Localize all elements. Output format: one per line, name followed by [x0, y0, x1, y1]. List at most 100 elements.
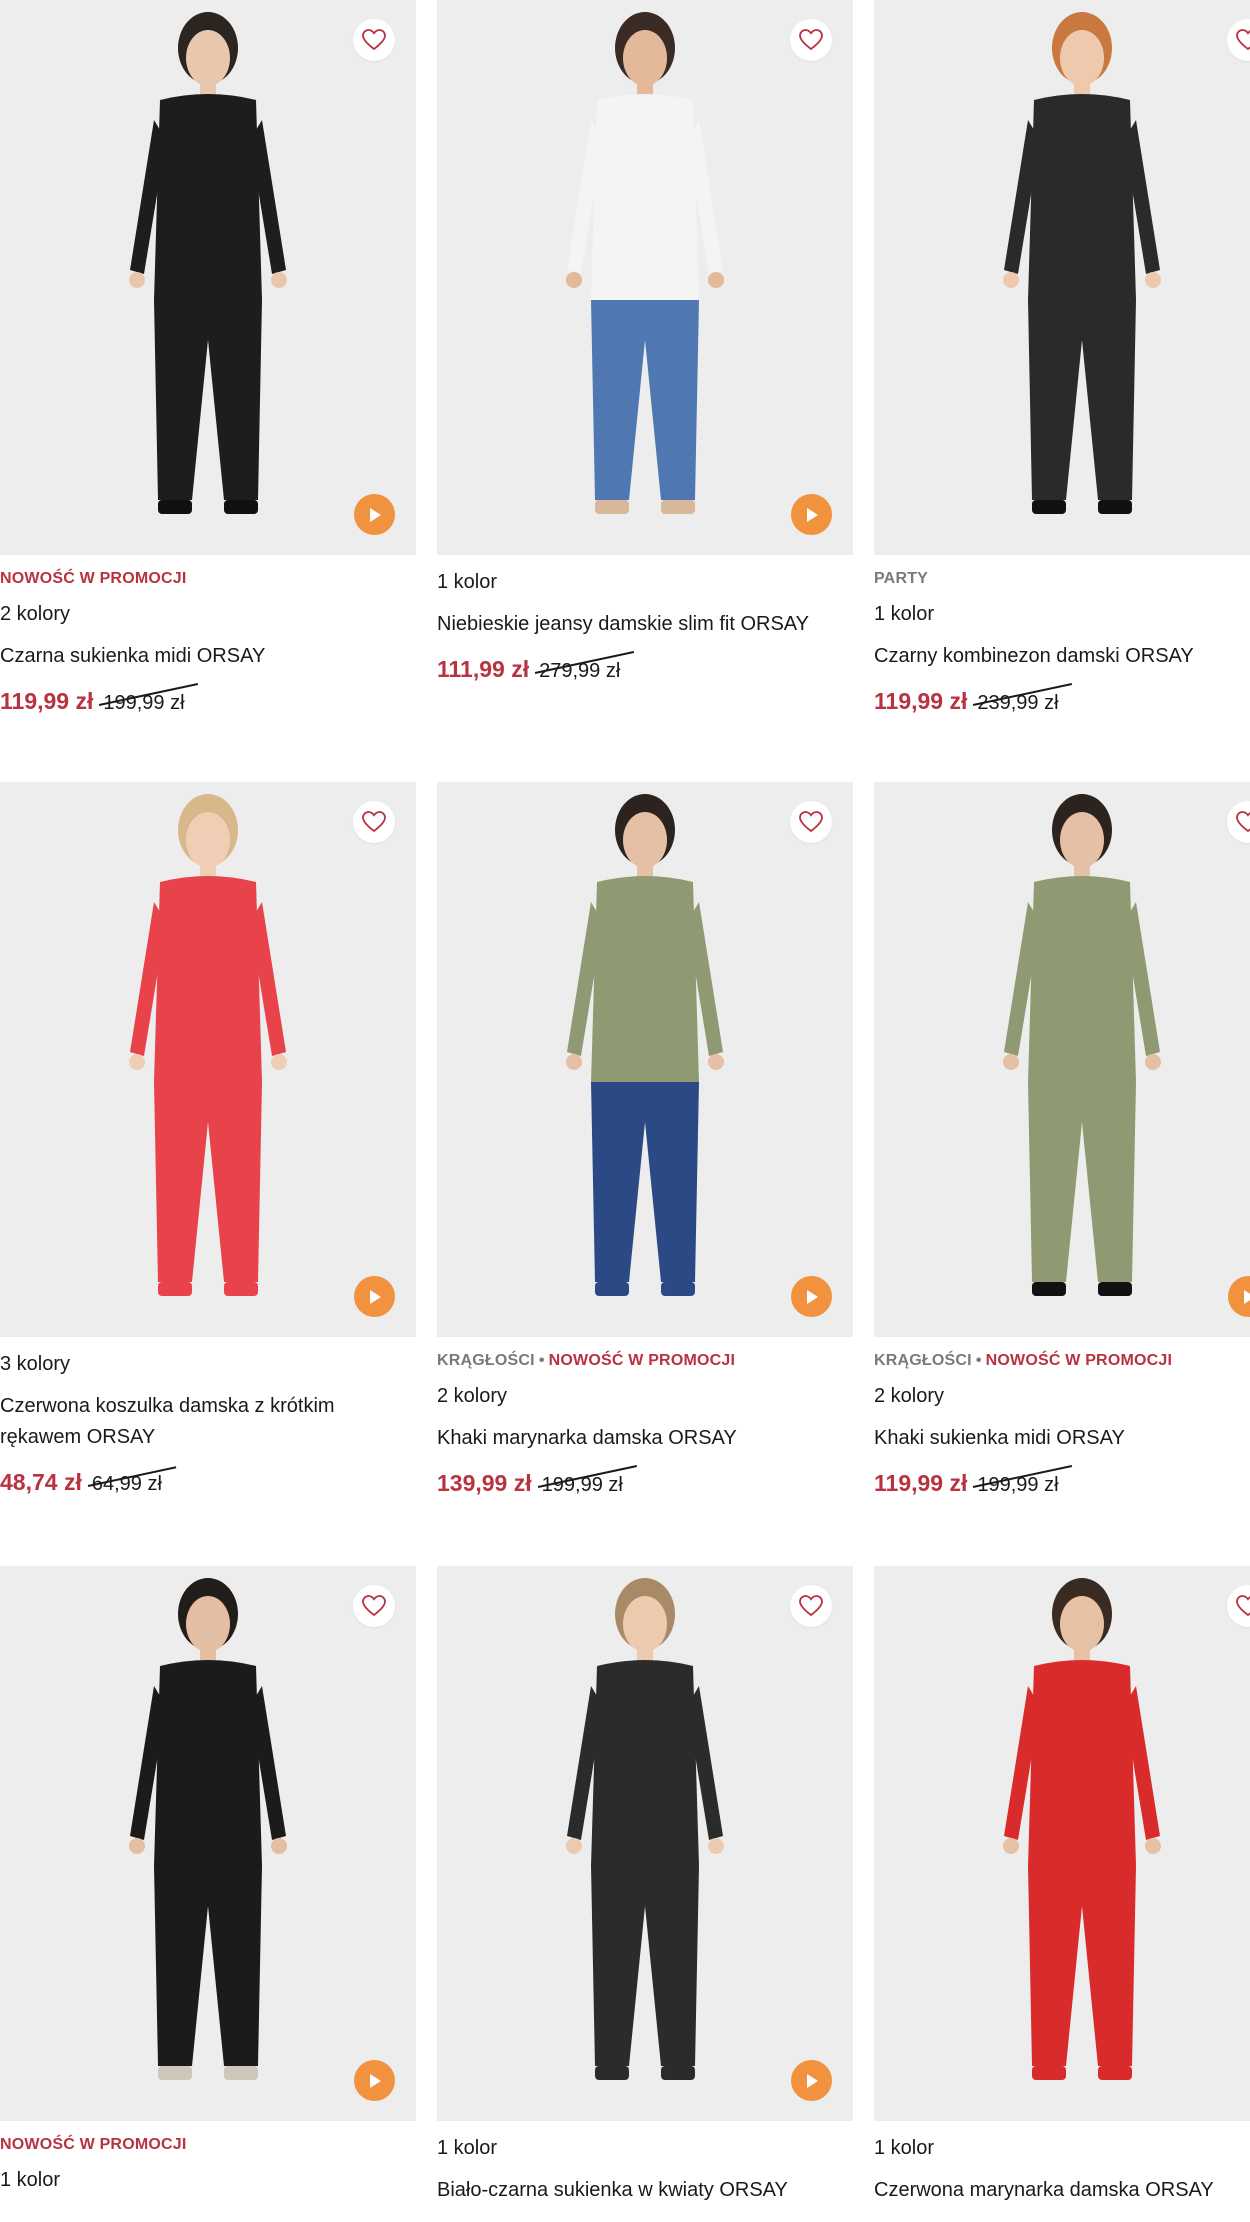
favorite-button[interactable] — [353, 801, 395, 843]
price-row: 119,99 zł 239,99 zł — [874, 688, 1250, 715]
product-image[interactable] — [437, 0, 853, 555]
color-count: 2 kolory — [874, 1383, 1250, 1409]
old-price: 199,99 zł — [977, 1474, 1058, 1497]
sale-price: 119,99 zł — [0, 688, 93, 715]
tag-separator: • — [976, 1352, 982, 1369]
product-info: 3 koloryCzerwona koszulka damska z krótk… — [0, 1337, 416, 1496]
product-card[interactable]: 3 koloryCzerwona koszulka damska z krótk… — [0, 782, 416, 1496]
model-photo — [874, 782, 1250, 1337]
product-title[interactable]: Niebieskie jeansy damskie slim fit ORSAY — [437, 609, 853, 640]
product-card[interactable]: KRĄGŁOŚCI•NOWOŚĆ W PROMOCJI2 koloryKhaki… — [874, 782, 1250, 1497]
play-icon — [805, 507, 819, 523]
sale-price: 139,99 zł — [437, 1470, 532, 1497]
model-photo — [437, 0, 853, 555]
play-video-button[interactable] — [791, 494, 832, 535]
color-count: 2 kolory — [0, 601, 416, 627]
product-title[interactable]: Czerwona marynarka damska ORSAY — [874, 2175, 1250, 2206]
product-card[interactable]: NOWOŚĆ W PROMOCJI 2 kolory Czarna sukienka… — [0, 0, 416, 715]
product-image[interactable] — [0, 1566, 416, 2121]
model-photo — [0, 0, 416, 555]
product-card[interactable]: 1 kolorBiało-czarna sukienka w kwiaty OR… — [437, 1566, 853, 2222]
play-video-button[interactable] — [354, 1276, 395, 1317]
old-price: 64,99 zł — [92, 1473, 162, 1496]
heart-outline-icon — [799, 811, 823, 833]
product-info: 1 kolor Niebieskie jeansy damskie slim fi… — [437, 555, 853, 683]
product-info: PARTY 1 kolor Czarny kombinezon damski ORS… — [874, 555, 1250, 715]
heart-outline-icon — [362, 29, 386, 51]
color-count: 1 kolor — [437, 569, 853, 595]
product-title[interactable]: Czerwona koszulka damska z krótkim rękaw… — [0, 1391, 416, 1453]
favorite-button[interactable] — [790, 1585, 832, 1627]
product-image[interactable] — [0, 782, 416, 1337]
product-tags: PARTY — [874, 569, 1250, 589]
old-price: 199,99 zł — [542, 1474, 623, 1497]
product-tag: KRĄGŁOŚCI — [437, 1352, 535, 1369]
model-photo — [0, 1566, 416, 2121]
play-video-button[interactable] — [791, 1276, 832, 1317]
product-tags: NOWOŚĆ W PROMOCJI — [0, 569, 416, 589]
sale-price: 119,99 zł — [874, 1470, 967, 1497]
price-row: 139,99 zł 199,99 zł — [437, 1470, 853, 1497]
heart-outline-icon — [799, 1595, 823, 1617]
product-image[interactable] — [874, 0, 1250, 555]
model-photo — [874, 0, 1250, 555]
heart-outline-icon — [1236, 29, 1250, 51]
product-tag: NOWOŚĆ W PROMOCJI — [0, 2136, 187, 2153]
product-info: 1 kolorBiało-czarna sukienka w kwiaty OR… — [437, 2121, 853, 2206]
product-image[interactable] — [0, 0, 416, 555]
product-tag: NOWOŚĆ W PROMOCJI — [549, 1352, 736, 1369]
product-card[interactable]: 1 kolor Czerwona marynarka damska ORSAY — [874, 1566, 1250, 2222]
product-info: NOWOŚĆ W PROMOCJI1 kolor — [0, 2121, 416, 2193]
price-row: 48,74 zł64,99 zł — [0, 1469, 416, 1496]
product-title[interactable]: Biało-czarna sukienka w kwiaty ORSAY — [437, 2175, 853, 2206]
play-video-button[interactable] — [354, 2060, 395, 2101]
product-title[interactable]: Khaki marynarka damska ORSAY — [437, 1423, 853, 1454]
product-card[interactable]: KRĄGŁOŚCI•NOWOŚĆ W PROMOCJI2 koloryKhaki… — [437, 782, 853, 1497]
product-info: KRĄGŁOŚCI•NOWOŚĆ W PROMOCJI2 koloryKhaki… — [437, 1337, 853, 1497]
product-card[interactable]: PARTY 1 kolor Czarny kombinezon damski ORS… — [874, 0, 1250, 715]
heart-outline-icon — [1236, 811, 1250, 833]
model-photo — [0, 782, 416, 1337]
favorite-button[interactable] — [790, 801, 832, 843]
product-tag: NOWOŚĆ W PROMOCJI — [986, 1352, 1173, 1369]
product-image[interactable] — [437, 782, 853, 1337]
product-tags: KRĄGŁOŚCI•NOWOŚĆ W PROMOCJI — [437, 1351, 853, 1371]
heart-outline-icon — [799, 29, 823, 51]
product-image[interactable] — [437, 1566, 853, 2121]
model-photo — [437, 782, 853, 1337]
color-count: 1 kolor — [874, 2135, 1250, 2161]
product-tag: PARTY — [874, 570, 928, 587]
old-price: 239,99 zł — [977, 692, 1058, 715]
sale-price: 119,99 zł — [874, 688, 967, 715]
play-icon — [368, 2073, 382, 2089]
product-title[interactable]: Czarna sukienka midi ORSAY — [0, 641, 416, 672]
product-card[interactable]: 1 kolor Niebieskie jeansy damskie slim fi… — [437, 0, 853, 683]
favorite-button[interactable] — [790, 19, 832, 61]
old-price: 279,99 zł — [539, 660, 620, 683]
model-photo — [437, 1566, 853, 2121]
old-price: 199,99 zł — [103, 692, 184, 715]
favorite-button[interactable] — [353, 19, 395, 61]
product-info: NOWOŚĆ W PROMOCJI 2 kolory Czarna sukienka… — [0, 555, 416, 715]
play-icon — [368, 1289, 382, 1305]
heart-outline-icon — [362, 1595, 386, 1617]
product-title[interactable]: Khaki sukienka midi ORSAY — [874, 1423, 1250, 1454]
favorite-button[interactable] — [353, 1585, 395, 1627]
play-video-button[interactable] — [791, 2060, 832, 2101]
product-title[interactable]: Czarny kombinezon damski ORSAY — [874, 641, 1250, 672]
color-count: 1 kolor — [874, 601, 1250, 627]
product-tags: NOWOŚĆ W PROMOCJI — [0, 2135, 416, 2155]
play-icon — [805, 2073, 819, 2089]
product-image[interactable] — [874, 782, 1250, 1337]
product-card[interactable]: NOWOŚĆ W PROMOCJI1 kolor — [0, 1566, 416, 2207]
product-info: 1 kolor Czerwona marynarka damska ORSAY — [874, 2121, 1250, 2206]
heart-outline-icon — [362, 811, 386, 833]
play-video-button[interactable] — [354, 494, 395, 535]
tag-separator: • — [539, 1352, 545, 1369]
play-icon — [805, 1289, 819, 1305]
play-icon — [368, 507, 382, 523]
product-image[interactable] — [874, 1566, 1250, 2121]
price-row: 119,99 zł 199,99 zł — [874, 1470, 1250, 1497]
heart-outline-icon — [1236, 1595, 1250, 1617]
play-icon — [1242, 1289, 1250, 1305]
